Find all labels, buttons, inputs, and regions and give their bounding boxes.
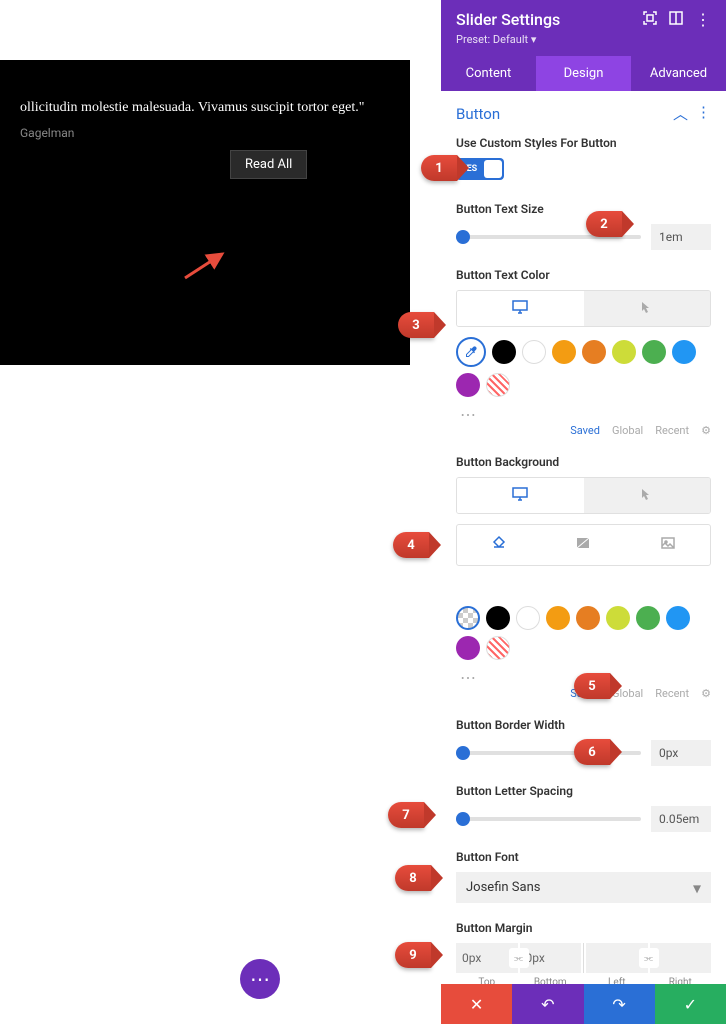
swatch-dark-orange-2[interactable] <box>576 606 600 630</box>
swatch-green[interactable] <box>642 340 666 364</box>
swatch-orange[interactable] <box>552 340 576 364</box>
preview-read-all-button[interactable]: Read All <box>230 150 307 179</box>
swatch-none-2[interactable] <box>486 636 510 660</box>
custom-styles-label: Use Custom Styles For Button <box>456 136 711 150</box>
section-more-icon[interactable]: ⋮ <box>696 103 711 124</box>
callout-4: 4 <box>393 532 429 558</box>
letter-spacing-label: Button Letter Spacing <box>456 784 711 798</box>
callout-7: 7 <box>388 802 424 828</box>
preview-author: Gagelman <box>20 126 390 140</box>
callout-3: 3 <box>398 312 434 338</box>
preview-area: ollicitudin molestie malesuada. Vivamus … <box>0 60 410 365</box>
margin-left-label: Left <box>586 977 648 984</box>
bg-hover-tab[interactable] <box>584 478 711 513</box>
bg-gear-icon[interactable]: ⚙ <box>701 687 711 700</box>
color-global-link[interactable]: Global <box>612 424 643 437</box>
border-width-label: Button Border Width <box>456 718 711 732</box>
swatch-black-2[interactable] <box>486 606 510 630</box>
panel-tabs: Content Design Advanced <box>441 56 726 91</box>
callout-1: 1 <box>421 155 457 181</box>
swatch-lime-2[interactable] <box>606 606 630 630</box>
tab-design[interactable]: Design <box>536 56 631 91</box>
text-color-desktop-tab[interactable] <box>457 291 584 326</box>
swatch-orange-2[interactable] <box>546 606 570 630</box>
cancel-button[interactable]: ✕ <box>441 984 512 1024</box>
bg-desktop-tab[interactable] <box>457 478 584 513</box>
font-label: Button Font <box>456 850 711 864</box>
margin-bottom-input[interactable] <box>520 943 582 973</box>
margin-bottom-label: Bottom <box>520 977 582 984</box>
chevron-up-icon[interactable]: ︿ <box>673 103 688 124</box>
section-header[interactable]: Button ︿ ⋮ <box>441 91 726 136</box>
undo-button[interactable]: ↶ <box>512 984 583 1024</box>
tab-advanced[interactable]: Advanced <box>631 56 726 91</box>
swatch-black[interactable] <box>492 340 516 364</box>
margin-right-input[interactable] <box>650 943 712 973</box>
font-select[interactable] <box>456 872 711 903</box>
swatch-purple[interactable] <box>456 373 480 397</box>
swatch-none[interactable] <box>486 373 510 397</box>
color-more-icon[interactable]: ⋯ <box>460 405 711 424</box>
swatch-blue[interactable] <box>672 340 696 364</box>
background-label: Button Background <box>456 455 711 469</box>
text-size-label: Button Text Size <box>456 202 711 216</box>
section-title: Button <box>456 105 500 123</box>
letter-spacing-input[interactable] <box>651 806 711 832</box>
swatch-white-2[interactable] <box>516 606 540 630</box>
more-icon[interactable]: ⋮ <box>695 10 711 29</box>
margin-label: Button Margin <box>456 921 711 935</box>
save-button[interactable]: ✓ <box>655 984 726 1024</box>
text-color-hover-tab[interactable] <box>584 291 711 326</box>
panel-header: Slider Settings ⋮ Preset: Default ▾ <box>441 0 726 56</box>
preset-label[interactable]: Preset: Default ▾ <box>456 33 711 46</box>
expand-icon[interactable] <box>643 10 657 29</box>
margin-tb-link-icon[interactable]: ⫘ <box>509 948 529 968</box>
bg-color-tab[interactable] <box>457 525 541 565</box>
text-color-label: Button Text Color <box>456 268 711 282</box>
preview-slide-text: ollicitudin molestie malesuada. Vivamus … <box>20 100 390 116</box>
callout-2: 2 <box>586 211 622 237</box>
swatch-purple-2[interactable] <box>456 636 480 660</box>
margin-lr-link-icon[interactable]: ⫘ <box>639 948 659 968</box>
panel-body: Use Custom Styles For Button YES Button … <box>441 136 726 984</box>
callout-8: 8 <box>395 865 431 891</box>
swatch-transparent[interactable] <box>456 606 480 630</box>
swatch-green-2[interactable] <box>636 606 660 630</box>
annotation-arrow-icon <box>180 250 230 280</box>
swatch-dark-orange[interactable] <box>582 340 606 364</box>
callout-9: 9 <box>395 942 431 968</box>
footer-bar: ✕ ↶ ↷ ✓ <box>441 984 726 1024</box>
swatch-blue-2[interactable] <box>666 606 690 630</box>
color-recent-link[interactable]: Recent <box>655 424 689 437</box>
callout-6: 6 <box>574 739 610 765</box>
tab-content[interactable]: Content <box>441 56 536 91</box>
bg-image-tab[interactable] <box>626 525 710 565</box>
margin-right-label: Right <box>650 977 712 984</box>
margin-top-label: Top <box>456 977 518 984</box>
text-size-input[interactable] <box>651 224 711 250</box>
eyedropper-icon[interactable] <box>456 337 486 367</box>
layout-icon[interactable] <box>669 10 683 29</box>
bg-recent-link[interactable]: Recent <box>655 687 689 700</box>
panel-title: Slider Settings <box>456 10 560 29</box>
settings-panel: Slider Settings ⋮ Preset: Default ▾ Cont… <box>441 0 726 1024</box>
border-width-input[interactable] <box>651 740 711 766</box>
letter-spacing-slider[interactable] <box>456 817 641 821</box>
bg-gradient-tab[interactable] <box>541 525 625 565</box>
redo-button[interactable]: ↷ <box>584 984 655 1024</box>
gear-icon[interactable]: ⚙ <box>701 424 711 437</box>
callout-5: 5 <box>574 673 610 699</box>
color-saved-link[interactable]: Saved <box>570 424 600 437</box>
swatch-white[interactable] <box>522 340 546 364</box>
fab-more-button[interactable]: ⋯ <box>240 959 280 999</box>
swatch-lime[interactable] <box>612 340 636 364</box>
